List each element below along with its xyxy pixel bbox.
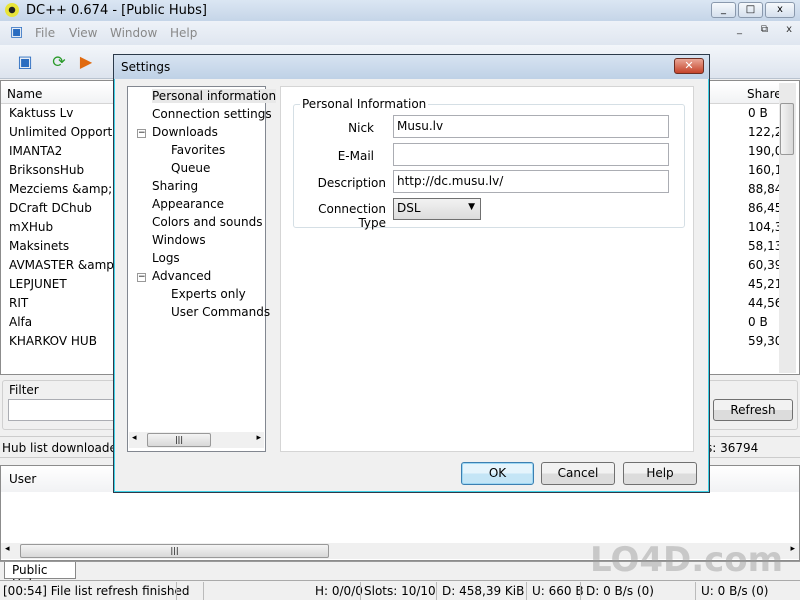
hub-row-share: 59,30: [748, 334, 783, 348]
public-hubs-icon[interactable]: ▣: [14, 51, 36, 73]
title-bar: DC++ 0.674 - [Public Hubs] _ □ x: [0, 0, 800, 21]
email-input[interactable]: [393, 143, 669, 166]
maximize-button[interactable]: □: [738, 2, 763, 18]
tree-item[interactable]: Sharing: [152, 179, 198, 193]
hub-row-name[interactable]: Maksinets: [9, 239, 69, 253]
ok-button[interactable]: OK: [461, 462, 534, 485]
tree-item[interactable]: Colors and sounds: [152, 215, 262, 229]
tree-item[interactable]: Windows: [152, 233, 206, 247]
tree-item[interactable]: Downloads: [152, 125, 218, 139]
menu-view[interactable]: View: [69, 26, 97, 40]
filter-label: Filter: [9, 383, 39, 397]
menu-window[interactable]: Window: [110, 26, 157, 40]
description-input[interactable]: http://dc.musu.lv/: [393, 170, 669, 193]
connection-type-label: Connection Type: [318, 202, 386, 230]
minimize-button[interactable]: _: [711, 2, 736, 18]
tree-item[interactable]: Connection settings: [152, 107, 272, 121]
watermark-logo: LO4D.com: [590, 540, 784, 580]
status-downloaded: D: 458,39 KiB: [442, 584, 525, 598]
connection-type-value: DSL: [397, 201, 421, 215]
close-button[interactable]: x: [765, 2, 795, 18]
hub-row-name[interactable]: LEPJUNET: [9, 277, 67, 291]
mdi-restore-button[interactable]: ⧉: [761, 24, 768, 35]
chevron-down-icon: ▼: [468, 202, 475, 212]
mdi-icon: ▣: [10, 24, 24, 40]
status-download-rate: D: 0 B/s (0): [586, 584, 654, 598]
tree-item[interactable]: Experts only: [171, 287, 246, 301]
tree-item[interactable]: Queue: [171, 161, 210, 175]
column-share[interactable]: Share: [741, 83, 782, 104]
hub-row-share: 86,45: [748, 201, 783, 215]
tab-public-hubs[interactable]: Public Hubs: [4, 562, 76, 591]
settings-panel: Personal Information Nick Musu.lv E-Mail…: [280, 86, 694, 452]
filter-input[interactable]: [8, 399, 128, 421]
hub-count-text: s: 36794: [706, 441, 759, 455]
hub-row-name[interactable]: BriksonsHub: [9, 163, 84, 177]
hub-row-share: 60,39: [748, 258, 783, 272]
reconnect-icon[interactable]: ▶: [75, 51, 97, 73]
personal-information-group: Personal Information Nick Musu.lv E-Mail…: [293, 97, 685, 230]
nick-label: Nick: [348, 121, 374, 135]
email-label: E-Mail: [337, 149, 374, 163]
mdi-close-button[interactable]: x: [786, 24, 792, 35]
menu-bar: ▣ File View Window Help _ ⧉ x: [0, 21, 800, 45]
hub-row-name[interactable]: Unlimited Opportun: [9, 125, 127, 139]
tree-item[interactable]: Logs: [152, 251, 180, 265]
hub-row-share: 88,84: [748, 182, 783, 196]
scrollbar-thumb[interactable]: |||: [147, 433, 211, 447]
tree-item[interactable]: User Commands: [171, 305, 270, 319]
description-label: Description: [317, 176, 386, 190]
hub-row-name[interactable]: Kaktuss Lv: [9, 106, 73, 120]
nick-input[interactable]: Musu.lv: [393, 115, 669, 138]
group-label: Personal Information: [300, 97, 429, 111]
hub-row-share: 45,21: [748, 277, 783, 291]
menu-file[interactable]: File: [35, 26, 55, 40]
hub-row-name[interactable]: Mezciems &amp; St: [9, 182, 128, 196]
status-hubs: H: 0/0/0: [315, 584, 363, 598]
vertical-scrollbar[interactable]: [779, 83, 796, 373]
tree-item[interactable]: Personal information: [152, 89, 277, 103]
hub-row-name[interactable]: RIT: [9, 296, 28, 310]
collapse-icon[interactable]: −: [137, 129, 146, 138]
hub-row-share: 58,13: [748, 239, 783, 253]
scrollbar-thumb[interactable]: |||: [20, 544, 329, 558]
refresh-button[interactable]: Refresh: [713, 399, 793, 421]
hub-row-name[interactable]: IMANTA2: [9, 144, 62, 158]
settings-dialog: Settings ✕ Personal information Connectio…: [113, 54, 710, 493]
status-message: [00:54] File list refresh finished: [3, 584, 190, 598]
hub-row-share: 0 B: [748, 315, 768, 329]
window-title: DC++ 0.674 - [Public Hubs]: [26, 3, 207, 18]
collapse-icon[interactable]: −: [137, 273, 146, 282]
hub-row-name[interactable]: DCraft DChub: [9, 201, 92, 215]
status-uploaded: U: 660 B: [532, 584, 584, 598]
tree-horizontal-scrollbar[interactable]: ◂ ||| ▸: [129, 432, 264, 448]
mdi-minimize-button[interactable]: _: [737, 24, 742, 35]
dialog-title-bar: Settings ✕: [114, 55, 709, 79]
dialog-title: Settings: [121, 60, 171, 74]
scrollbar-thumb[interactable]: [780, 103, 794, 155]
hub-row-name[interactable]: Alfa: [9, 315, 32, 329]
connection-type-select[interactable]: DSL ▼: [393, 198, 481, 220]
hub-row-share: 44,56: [748, 296, 783, 310]
tree-item[interactable]: Advanced: [152, 269, 211, 283]
settings-tree[interactable]: Personal information Connection settings D…: [127, 86, 277, 452]
app-icon: [5, 3, 19, 17]
hub-row-name[interactable]: mXHub: [9, 220, 53, 234]
refresh-icon[interactable]: ⟳: [48, 51, 70, 73]
hub-row-name[interactable]: KHARKOV HUB: [9, 334, 97, 348]
menu-help[interactable]: Help: [170, 26, 197, 40]
hub-status-text: Hub list downloaded: [2, 441, 125, 455]
hub-row-share: 0 B: [748, 106, 768, 120]
dialog-close-button[interactable]: ✕: [674, 58, 704, 74]
cancel-button[interactable]: Cancel: [541, 462, 615, 485]
help-button[interactable]: Help: [623, 462, 697, 485]
tree-item[interactable]: Favorites: [171, 143, 225, 157]
status-slots: Slots: 10/10: [364, 584, 436, 598]
tree-item[interactable]: Appearance: [152, 197, 224, 211]
status-upload-rate: U: 0 B/s (0): [701, 584, 769, 598]
hub-row-name[interactable]: AVMASTER &amp; I: [9, 258, 125, 272]
status-bar: [00:54] File list refresh finished H: 0/…: [0, 580, 800, 600]
